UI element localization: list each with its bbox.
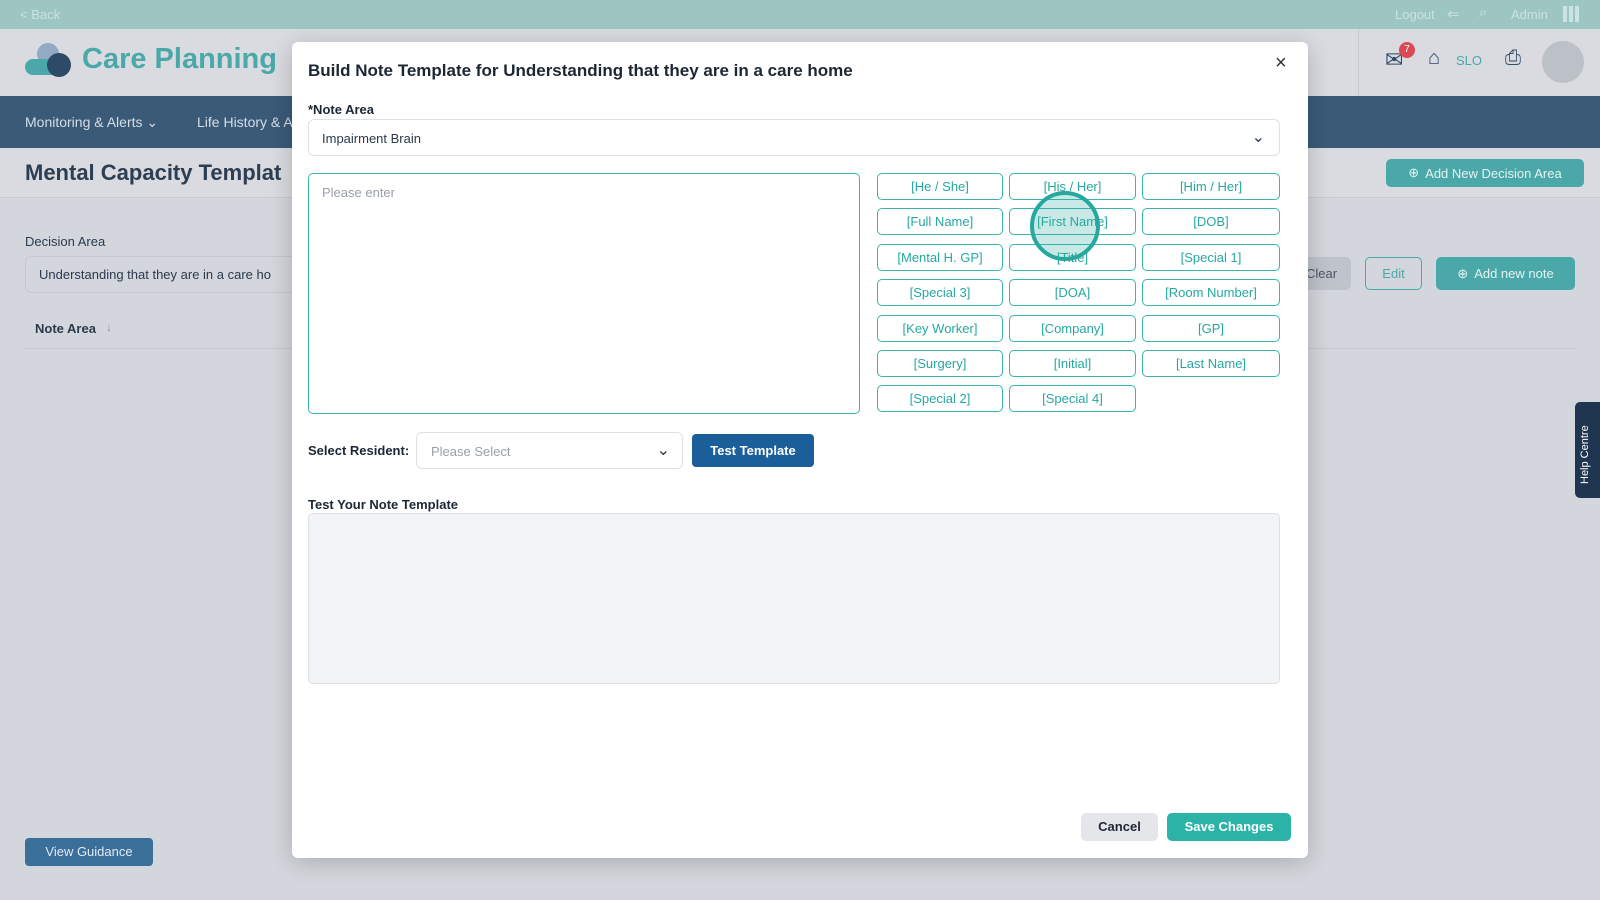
- close-icon[interactable]: ×: [1275, 52, 1287, 75]
- placeholder-chip[interactable]: [Special 1]: [1142, 243, 1280, 271]
- help-centre-label: Help Centre: [1579, 425, 1591, 484]
- home-icon[interactable]: ⌂: [1428, 47, 1440, 70]
- placeholder-chip[interactable]: [He / She]: [877, 173, 1003, 200]
- logo-icon: [25, 43, 73, 79]
- logout-link[interactable]: Logout: [1395, 7, 1435, 22]
- select-resident-label: Select Resident:: [308, 443, 410, 458]
- placeholder-chip[interactable]: [Special 4]: [1009, 385, 1136, 413]
- mail-badge: 7: [1399, 42, 1415, 58]
- divider: [1358, 29, 1359, 96]
- placeholder-chip[interactable]: [Him / Her]: [1142, 173, 1280, 200]
- note-area-select[interactable]: Impairment Brain ⌄: [308, 119, 1280, 156]
- placeholder-chip[interactable]: [Room Number]: [1142, 279, 1280, 307]
- plus-circle-icon: ⊕: [1457, 265, 1469, 281]
- modal-title: Build Note Template for Understanding th…: [308, 61, 853, 80]
- note-area-label: *Note Area: [308, 102, 374, 117]
- add-new-note-button[interactable]: ⊕ Add new note: [1436, 257, 1575, 290]
- nav-label: Monitoring & Alerts: [25, 114, 143, 130]
- button-label: Add new note: [1474, 266, 1554, 281]
- chevron-down-icon: ⌄: [656, 442, 670, 459]
- back-link[interactable]: < Back: [20, 7, 60, 22]
- column-header-note-area[interactable]: Note Area: [35, 321, 96, 336]
- help-centre-tab[interactable]: Help Centre: [1575, 402, 1600, 498]
- placeholder-chip[interactable]: [DOA]: [1009, 279, 1136, 307]
- build-note-template-modal: Build Note Template for Understanding th…: [292, 42, 1308, 858]
- template-textarea[interactable]: Please enter: [308, 173, 860, 414]
- placeholder-chip[interactable]: [Key Worker]: [877, 314, 1003, 342]
- cancel-button[interactable]: Cancel: [1081, 813, 1158, 841]
- placeholder-chip[interactable]: [Last Name]: [1142, 350, 1280, 377]
- chevron-down-icon: ⌄: [1251, 129, 1265, 146]
- placeholder-chip[interactable]: [Company]: [1009, 314, 1136, 342]
- avatar[interactable]: [1542, 41, 1584, 83]
- decision-area-label: Decision Area: [25, 234, 106, 249]
- select-resident-dropdown[interactable]: Please Select ⌄: [416, 432, 683, 469]
- placeholder-chip[interactable]: [Full Name]: [877, 208, 1003, 236]
- apps-grid-icon[interactable]: [1563, 6, 1579, 22]
- app-title: Care Planning: [82, 43, 277, 75]
- button-label: Add New Decision Area: [1425, 165, 1562, 181]
- search-icon[interactable]: ⌕: [1479, 4, 1487, 21]
- add-decision-area-button[interactable]: ⊕ Add New Decision Area: [1386, 159, 1584, 187]
- select-placeholder: Please Select: [431, 444, 511, 459]
- sort-arrow-icon[interactable]: ↓: [106, 320, 112, 334]
- test-output-area: [308, 513, 1280, 684]
- placeholder-chip[interactable]: [Surgery]: [877, 350, 1003, 377]
- chevron-down-icon: ⌄: [146, 114, 159, 130]
- page-title: Mental Capacity Templat: [25, 160, 282, 185]
- test-note-template-label: Test Your Note Template: [308, 497, 459, 512]
- placeholder-chip[interactable]: [DOB]: [1142, 208, 1280, 236]
- placeholder-chip[interactable]: [GP]: [1142, 314, 1280, 342]
- nav-monitoring-alerts[interactable]: Monitoring & Alerts ⌄: [25, 114, 158, 131]
- click-indicator: [1030, 191, 1100, 261]
- logout-icon[interactable]: ⇐: [1447, 5, 1460, 23]
- decision-area-input[interactable]: Understanding that they are in a care ho: [25, 256, 325, 293]
- plus-circle-icon: ⊕: [1408, 165, 1420, 180]
- nav-life-history[interactable]: Life History & A: [197, 114, 293, 130]
- save-changes-button[interactable]: Save Changes: [1167, 813, 1291, 841]
- print-icon[interactable]: ⎙: [1505, 47, 1521, 70]
- placeholder-chip[interactable]: [Initial]: [1009, 350, 1136, 377]
- edit-button[interactable]: Edit: [1365, 257, 1422, 290]
- test-template-button[interactable]: Test Template: [692, 434, 814, 467]
- select-value: Impairment Brain: [322, 131, 421, 146]
- admin-link[interactable]: Admin: [1511, 7, 1548, 22]
- home-label[interactable]: SLO: [1456, 53, 1482, 68]
- placeholder-chip[interactable]: [Mental H. GP]: [877, 243, 1003, 271]
- placeholder-chip[interactable]: [Special 3]: [877, 279, 1003, 307]
- placeholder-chip[interactable]: [Special 2]: [877, 385, 1003, 413]
- view-guidance-button[interactable]: View Guidance: [25, 838, 153, 866]
- top-bar: < Back Logout ⇐ ⌕ Admin: [0, 0, 1600, 29]
